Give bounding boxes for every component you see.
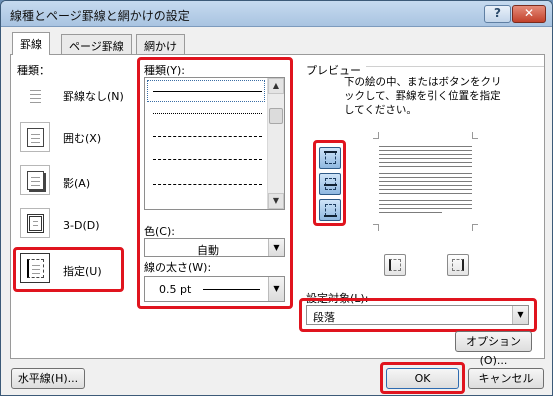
scroll-down-icon[interactable]: ▼ — [268, 193, 284, 209]
line-style-list[interactable]: ▲ ▼ — [144, 77, 285, 210]
presets-heading: 種類： — [17, 64, 50, 77]
preset-custom-icon — [20, 253, 50, 283]
preset-none-icon — [20, 80, 50, 110]
preset-shadow-label: 影(A) — [63, 177, 91, 190]
line-style-dotted[interactable] — [153, 113, 262, 114]
border-preview-canvas[interactable] — [373, 132, 478, 231]
preview-separator — [366, 66, 544, 67]
window-title: 線種とページ罫線と網かけの設定 — [10, 9, 190, 23]
borders-and-shading-dialog: 線種とページ罫線と網かけの設定 ? ✕ 罫線 ページ罫線 網かけ 種類： 罫線な… — [0, 0, 553, 396]
line-style-dash[interactable] — [153, 159, 262, 160]
preset-box-icon — [20, 122, 50, 152]
color-label: 色(C): — [144, 225, 175, 238]
scroll-up-icon[interactable]: ▲ — [268, 78, 284, 94]
width-label: 線の太さ(W): — [144, 261, 212, 274]
left-border-button[interactable] — [384, 254, 406, 276]
line-style-fine-dash[interactable] — [153, 136, 262, 137]
apply-to-label: 設定対象(L): — [306, 292, 369, 305]
preset-3d-icon — [20, 208, 50, 238]
right-border-button[interactable] — [447, 254, 469, 276]
line-style-long-dash[interactable] — [153, 184, 262, 185]
apply-to-dropdown[interactable]: 段落 ▼ — [306, 305, 529, 325]
preset-none-label: 罫線なし(N) — [63, 90, 124, 103]
top-border-button[interactable] — [319, 147, 341, 169]
tab-borders[interactable]: 罫線 — [12, 32, 50, 55]
line-style-scrollbar[interactable]: ▲ ▼ — [267, 78, 284, 209]
color-value: 自動 — [197, 244, 219, 257]
width-dropdown[interactable]: 0.5 pt ▼ — [144, 276, 285, 302]
style-heading: 種類(Y): — [144, 64, 186, 77]
scroll-thumb[interactable] — [269, 108, 283, 124]
horizontal-line-button[interactable]: 水平線(H)... — [11, 368, 85, 389]
close-button[interactable]: ✕ — [512, 5, 546, 23]
apply-to-value: 段落 — [313, 311, 335, 324]
bottom-border-button[interactable] — [319, 199, 341, 221]
preset-box-label: 囲む(X) — [63, 132, 102, 145]
preset-3d-label: 3-D(D) — [63, 219, 100, 232]
help-button[interactable]: ? — [484, 5, 511, 23]
cancel-button[interactable]: キャンセル — [468, 368, 544, 389]
inside-border-button[interactable] — [319, 173, 341, 195]
line-style-solid[interactable] — [153, 91, 262, 92]
title-bar: 線種とページ罫線と網かけの設定 ? ✕ — [1, 1, 552, 27]
width-value: 0.5 pt — [159, 283, 192, 296]
color-dropdown[interactable]: 自動 ▼ — [144, 238, 285, 257]
width-sample-line — [203, 289, 260, 290]
chevron-down-icon[interactable]: ▼ — [268, 277, 284, 301]
chevron-down-icon[interactable]: ▼ — [268, 239, 284, 256]
preset-custom-label: 指定(U) — [63, 265, 102, 278]
options-button[interactable]: オプション(O)... — [455, 331, 532, 367]
tab-page-border[interactable]: ページ罫線 — [61, 34, 132, 54]
preset-shadow-icon — [20, 165, 50, 195]
ok-button[interactable]: OK — [386, 368, 459, 389]
preview-instruction: 下の絵の中、またはボタンをクリックして、罫線を引く位置を指定してください。 — [344, 76, 502, 116]
chevron-down-icon[interactable]: ▼ — [512, 306, 528, 324]
tab-shading[interactable]: 網かけ — [136, 34, 185, 54]
